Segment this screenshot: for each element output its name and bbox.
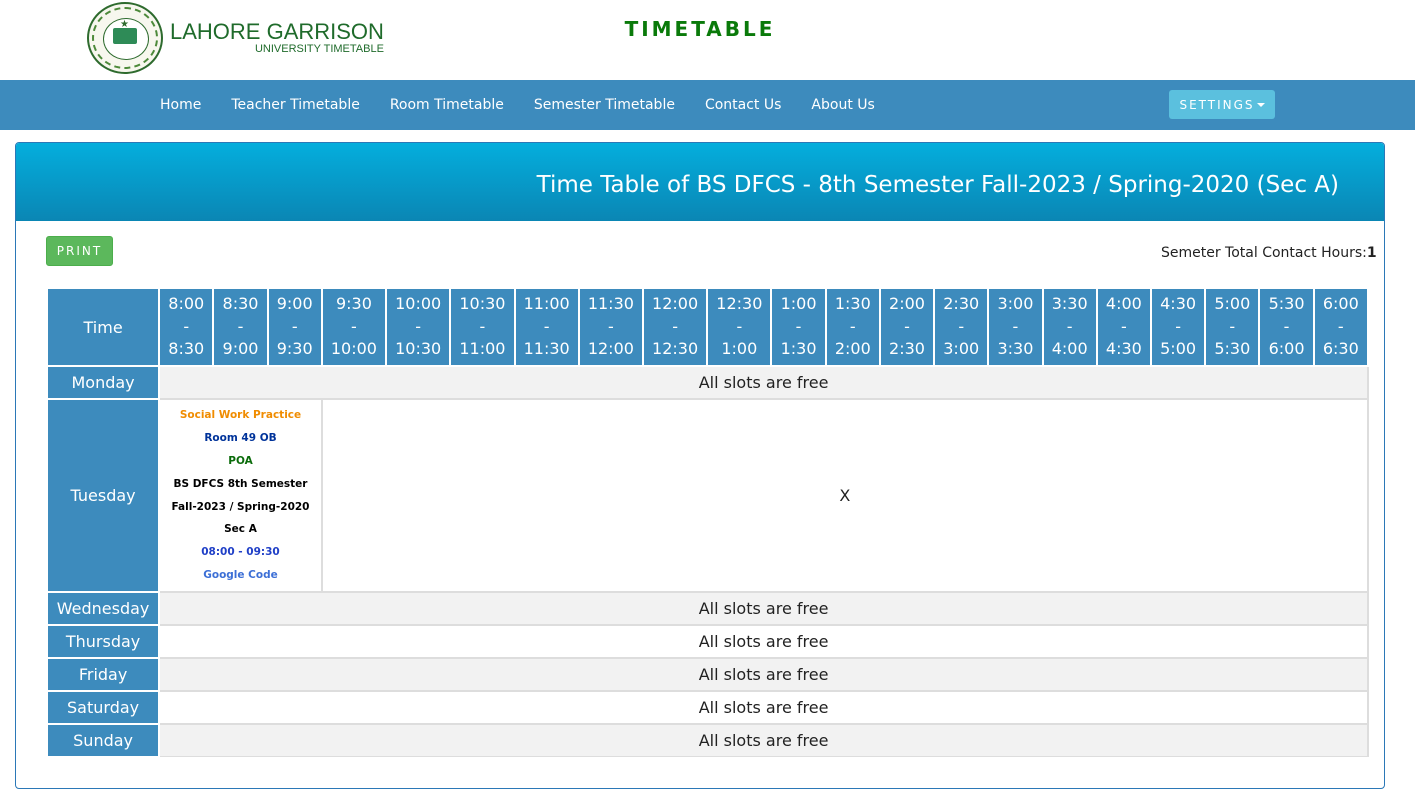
lecture-room: Room 49 OB <box>204 431 277 444</box>
slot-header: 9:30-10:00 <box>320 287 388 367</box>
free-slots-saturday: All slots are free <box>158 690 1369 725</box>
free-slots-sunday: All slots are free <box>158 723 1369 757</box>
day-row-sunday: Sunday All slots are free <box>46 723 1369 757</box>
caret-down-icon <box>1256 102 1265 107</box>
lecture-time: 08:00 - 09:30 <box>201 546 280 559</box>
day-label-sunday: Sunday <box>46 723 161 757</box>
slot-header: 1:00-1:30 <box>770 287 827 367</box>
slot-header: 12:00-12:30 <box>641 287 709 367</box>
slot-header: 1:30-2:00 <box>824 287 881 367</box>
slot-header: 3:00-3:30 <box>987 287 1044 367</box>
panel-header: Time Table of BS DFCS - 8th Semester Fal… <box>16 143 1384 221</box>
nav-teacher-timetable[interactable]: Teacher Timetable <box>216 97 374 113</box>
slot-header: 3:30-4:00 <box>1041 287 1098 367</box>
lecture-code: Google Code <box>203 569 278 582</box>
day-row-saturday: Saturday All slots are free <box>46 690 1369 725</box>
slot-header: 10:30-11:00 <box>449 287 516 367</box>
day-label-thursday: Thursday <box>46 624 161 659</box>
slot-header: 12:30-1:00 <box>706 287 773 367</box>
slot-header: 11:30-12:00 <box>577 287 644 367</box>
slot-header: 4:00-4:30 <box>1095 287 1152 367</box>
timetable-panel: Time Table of BS DFCS - 8th Semester Fal… <box>15 142 1385 789</box>
free-slots-monday: All slots are free <box>158 365 1369 400</box>
tuesday-empty-slots: X <box>320 398 1369 593</box>
slot-header: 11:00-11:30 <box>513 287 580 367</box>
time-header: Time <box>46 287 161 367</box>
day-row-monday: Monday All slots are free <box>46 365 1369 400</box>
slot-header: 9:00-9:30 <box>266 287 323 367</box>
panel-title: Time Table of BS DFCS - 8th Semester Fal… <box>536 172 1339 198</box>
settings-label: SETTINGS <box>1179 97 1255 112</box>
nav-about-us[interactable]: About Us <box>796 97 889 113</box>
day-row-tuesday: Tuesday Social Work Practice Room 49 OB … <box>46 398 1369 593</box>
contact-hours-value: 1 <box>1366 245 1377 261</box>
day-label-friday: Friday <box>46 657 161 692</box>
print-button[interactable]: PRINT <box>46 236 113 266</box>
contact-hours-label: Semeter Total Contact Hours: <box>1161 245 1367 261</box>
slot-header: 5:30-6:00 <box>1258 287 1315 367</box>
nav-home[interactable]: Home <box>145 97 216 113</box>
nav-semester-timetable[interactable]: Semester Timetable <box>519 97 690 113</box>
timetable-grid: Time 8:00-8:30 8:30-9:00 9:00-9:30 9:30-… <box>46 287 1369 757</box>
slot-header: 8:30-9:00 <box>212 287 269 367</box>
logo-subtitle: UNIVERSITY TIMETABLE <box>254 43 384 55</box>
day-row-wednesday: Wednesday All slots are free <box>46 591 1369 626</box>
main-navbar: Home Teacher Timetable Room Timetable Se… <box>0 80 1415 130</box>
header-row: Time 8:00-8:30 8:30-9:00 9:00-9:30 9:30-… <box>46 287 1369 367</box>
lecture-section: Sec A <box>224 523 257 536</box>
free-slots-wednesday: All slots are free <box>158 591 1369 626</box>
slot-header: 2:30-3:00 <box>933 287 990 367</box>
lecture-semester: BS DFCS 8th Semester <box>173 477 308 490</box>
day-label-wednesday: Wednesday <box>46 591 161 626</box>
day-row-thursday: Thursday All slots are free <box>46 624 1369 659</box>
day-label-tuesday: Tuesday <box>46 398 161 593</box>
nav-contact-us[interactable]: Contact Us <box>690 97 796 113</box>
page-heading: TIMETABLE <box>624 17 776 41</box>
nav-room-timetable[interactable]: Room Timetable <box>375 97 519 113</box>
lecture-session: Fall-2023 / Spring-2020 <box>171 500 310 513</box>
settings-dropdown-button[interactable]: SETTINGS <box>1169 90 1275 119</box>
slot-header: 4:30-5:00 <box>1149 287 1207 367</box>
lecture-teacher: POA <box>228 454 253 467</box>
lecture-subject: Social Work Practice <box>179 408 302 421</box>
slot-header: 2:00-2:30 <box>878 287 936 367</box>
free-slots-thursday: All slots are free <box>158 624 1369 659</box>
lecture-cell[interactable]: Social Work Practice Room 49 OB POA BS D… <box>158 398 323 593</box>
slot-header: 10:00-10:30 <box>385 287 452 367</box>
slot-header: 6:00-6:30 <box>1312 287 1369 367</box>
day-label-saturday: Saturday <box>46 690 161 725</box>
day-label-monday: Monday <box>46 365 161 400</box>
slot-header: 5:00-5:30 <box>1204 287 1261 367</box>
slot-header: 8:00-8:30 <box>158 287 215 367</box>
site-header: ★ LAHORE GARRISON UNIVERSITY TIMETABLE T… <box>0 0 1415 80</box>
timetable-table: Time 8:00-8:30 8:30-9:00 9:00-9:30 9:30-… <box>46 287 1369 757</box>
free-slots-friday: All slots are free <box>158 657 1369 692</box>
day-row-friday: Friday All slots are free <box>46 657 1369 692</box>
contact-hours: Semeter Total Contact Hours:1 <box>1161 246 1377 261</box>
